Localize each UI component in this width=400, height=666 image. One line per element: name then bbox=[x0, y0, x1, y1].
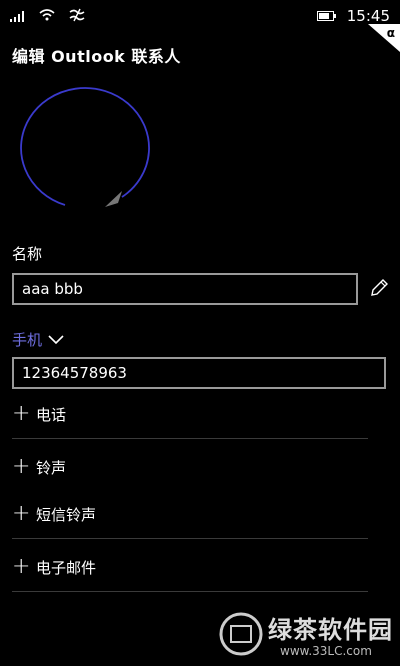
phone-type-selector[interactable]: 手机 bbox=[12, 329, 64, 350]
avatar[interactable] bbox=[10, 85, 150, 215]
add-sms-tone-label: 短信铃声 bbox=[36, 505, 97, 524]
status-bar: 15:45 bbox=[0, 0, 400, 30]
pencil-icon[interactable] bbox=[369, 278, 389, 298]
add-ringtone-button[interactable]: + 铃声 bbox=[12, 456, 66, 478]
name-label: 名称 bbox=[12, 245, 43, 263]
data-icon bbox=[69, 8, 85, 22]
add-phone-button[interactable]: + 电话 bbox=[12, 403, 66, 425]
watermark-url: www.33LC.com bbox=[280, 644, 372, 658]
watermark-logo-icon bbox=[219, 612, 263, 656]
plus-icon: + bbox=[12, 554, 31, 579]
status-time: 15:45 bbox=[346, 7, 390, 25]
status-icons-right: 15:45 bbox=[316, 7, 390, 25]
phone-type-label: 手机 bbox=[12, 331, 43, 349]
divider bbox=[12, 438, 368, 439]
site-watermark: 绿茶软件园 www.33LC.com bbox=[218, 604, 396, 664]
watermark-brand: 绿茶软件园 bbox=[268, 616, 393, 644]
avatar-circle-icon bbox=[20, 87, 150, 207]
divider bbox=[12, 591, 368, 592]
add-email-label: 电子邮件 bbox=[36, 558, 97, 577]
signal-bars-icon bbox=[10, 11, 24, 22]
add-email-button[interactable]: + 电子邮件 bbox=[12, 556, 96, 578]
add-phone-label: 电话 bbox=[36, 405, 67, 424]
battery-icon bbox=[316, 11, 336, 21]
add-ringtone-label: 铃声 bbox=[36, 458, 67, 477]
wifi-icon bbox=[39, 9, 55, 21]
name-field[interactable]: aaa bbb bbox=[12, 273, 358, 305]
alpha-label: α bbox=[386, 26, 395, 40]
add-sms-tone-button[interactable]: + 短信铃声 bbox=[12, 503, 96, 525]
plus-icon: + bbox=[12, 454, 31, 479]
plus-icon: + bbox=[12, 501, 31, 526]
page-title: 编辑 Outlook 联系人 bbox=[12, 47, 181, 66]
phone-field[interactable]: 12364578963 bbox=[12, 357, 386, 389]
status-icons-left bbox=[10, 8, 86, 22]
divider bbox=[12, 538, 368, 539]
plus-icon: + bbox=[12, 401, 31, 426]
chevron-down-icon bbox=[48, 334, 64, 344]
